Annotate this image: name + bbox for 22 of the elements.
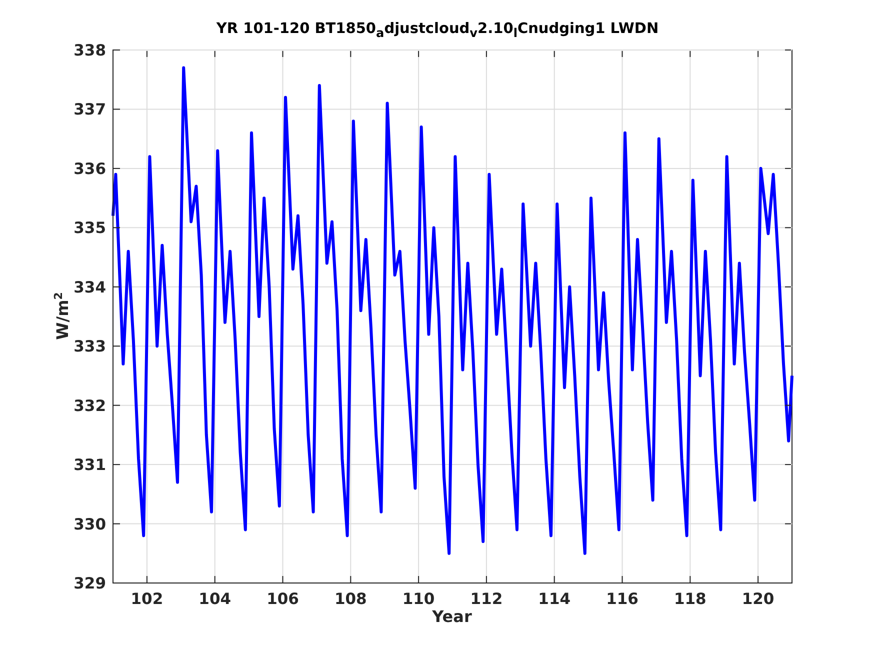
tick-label: 337 bbox=[74, 100, 106, 119]
tick-label: 116 bbox=[606, 590, 638, 608]
tick-label: 118 bbox=[674, 590, 706, 608]
axis-label: Year bbox=[432, 607, 472, 626]
tick-label: 114 bbox=[538, 590, 571, 608]
tick-label: 335 bbox=[74, 219, 106, 238]
chart-title: YR 101-120 BT1850$_{a}$djustcloud$_{v}$2.10$_{l}$Cnudging1 LWDN bbox=[216, 21, 659, 37]
tick-label: 330 bbox=[74, 515, 106, 534]
tick-label: 120 bbox=[742, 590, 774, 608]
tick-label: 110 bbox=[402, 590, 435, 608]
tick-label: 334 bbox=[74, 278, 106, 296]
tick-label: 331 bbox=[74, 456, 106, 474]
tick-label: 108 bbox=[334, 590, 367, 608]
tick-label: 332 bbox=[74, 396, 106, 415]
tick-label: 102 bbox=[130, 590, 164, 608]
tick-label: 336 bbox=[74, 160, 106, 178]
tick-label: 104 bbox=[198, 590, 232, 608]
tick-label: 333 bbox=[74, 338, 106, 356]
tick-label: 112 bbox=[470, 590, 503, 608]
tick-label: 329 bbox=[74, 574, 106, 592]
tick-label: 106 bbox=[266, 590, 299, 608]
tick-label: 338 bbox=[74, 42, 106, 60]
